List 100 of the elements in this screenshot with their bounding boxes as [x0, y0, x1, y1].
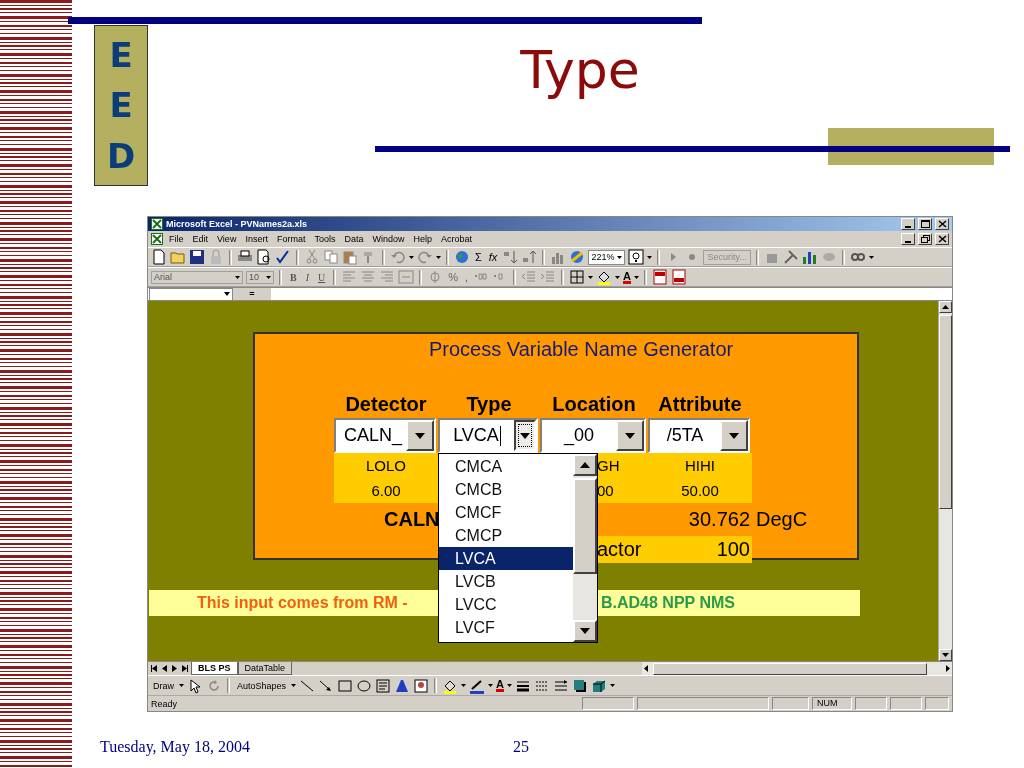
rectangle-icon[interactable]	[337, 677, 354, 694]
function-button[interactable]: fx	[486, 251, 500, 263]
caret-icon[interactable]	[291, 683, 297, 688]
shadow-icon[interactable]	[572, 677, 588, 694]
fill-bucket-icon[interactable]	[596, 269, 613, 285]
underline-button[interactable]: U	[315, 271, 329, 283]
menu-item[interactable]: Acrobat	[438, 234, 475, 244]
menu-item[interactable]: Insert	[242, 234, 271, 244]
combo-box[interactable]: /5TA	[648, 418, 750, 453]
menu-item[interactable]: Help	[410, 234, 435, 244]
first-sheet-icon[interactable]	[150, 664, 159, 673]
menu-item[interactable]: Data	[341, 234, 367, 244]
caret-icon[interactable]	[409, 254, 414, 260]
zoom-field[interactable]: 221%	[588, 249, 626, 265]
tools-icon[interactable]	[782, 249, 799, 265]
arrow-style-icon[interactable]	[553, 677, 569, 694]
caret-icon[interactable]	[488, 683, 494, 688]
sort-ascending-icon[interactable]	[502, 249, 519, 265]
last-sheet-icon[interactable]	[180, 664, 189, 673]
autoshapes-button[interactable]: AutoShapes	[235, 680, 289, 691]
combo-box[interactable]: _00	[540, 418, 646, 453]
sheet-tab[interactable]: DataTable	[237, 662, 293, 675]
restore-icon[interactable]	[918, 233, 932, 245]
list-scrollbar[interactable]	[573, 454, 597, 642]
sort-descending-icon[interactable]	[521, 249, 538, 265]
menu-item[interactable]: File	[166, 234, 187, 244]
combo-box[interactable]: CALN_	[334, 418, 436, 453]
menu-item[interactable]: Format	[273, 234, 309, 244]
globe-icon[interactable]	[454, 249, 470, 265]
spreadsheet-icon	[151, 233, 163, 245]
caret-icon[interactable]	[235, 274, 240, 280]
combo-box[interactable]: LVCA	[438, 418, 538, 453]
vertical-scrollbar[interactable]	[938, 301, 952, 661]
caret-icon[interactable]	[507, 683, 512, 688]
save-icon[interactable]	[189, 249, 205, 265]
font-field[interactable]: Arial	[151, 270, 243, 284]
menu-item[interactable]: Window	[369, 234, 408, 244]
caret-icon[interactable]	[647, 254, 653, 260]
number-format-button[interactable]: %	[446, 271, 461, 283]
caret-icon[interactable]	[266, 274, 271, 280]
page-number: 25	[513, 738, 529, 756]
caret-icon[interactable]	[610, 683, 615, 688]
horizontal-scrollbar[interactable]	[642, 662, 952, 675]
caret-icon[interactable]	[868, 254, 874, 260]
caret-icon[interactable]	[615, 274, 621, 280]
list-item[interactable]: LVCA	[439, 547, 573, 570]
previous-sheet-icon[interactable]	[160, 664, 169, 673]
list-item[interactable]: LVCB	[439, 570, 573, 593]
caret-icon[interactable]	[617, 254, 623, 260]
caret-icon[interactable]	[436, 254, 441, 260]
chart-edit-icon[interactable]	[801, 249, 818, 265]
scroll-right-icon[interactable]	[943, 664, 952, 673]
close-icon[interactable]	[935, 233, 949, 245]
sum-button[interactable]: Σ	[473, 251, 484, 263]
list-item[interactable]: CMCF	[439, 501, 573, 524]
caret-icon[interactable]	[179, 683, 184, 688]
scroll-down-icon[interactable]	[941, 651, 950, 659]
next-sheet-icon[interactable]	[170, 664, 179, 673]
scroll-down-icon[interactable]	[579, 627, 591, 635]
text-box-icon[interactable]	[375, 677, 392, 694]
formula-button[interactable]: =	[233, 288, 271, 300]
dropdown-list[interactable]: CMCA CMCB CMCF CMCP LVCA LVCB LVCC LVCF	[438, 453, 598, 643]
line-color-icon[interactable]	[469, 677, 486, 694]
scroll-up-icon[interactable]	[941, 303, 950, 311]
minimize-icon[interactable]	[901, 233, 915, 245]
oval-icon[interactable]	[356, 677, 373, 694]
pointer-icon[interactable]	[187, 677, 203, 694]
help-icon[interactable]	[628, 249, 645, 265]
scroll-up-icon[interactable]	[579, 461, 591, 469]
pdf-mail-icon[interactable]	[671, 269, 688, 285]
menu-item[interactable]: Edit	[189, 234, 212, 244]
close-icon[interactable]	[935, 218, 949, 230]
sheet-tab[interactable]: BLS PS	[191, 662, 238, 675]
menu-item[interactable]: Tools	[311, 234, 339, 244]
note-text: B.AD48 NPP NMS	[601, 594, 735, 612]
paste-icon[interactable]	[342, 249, 358, 265]
pdf-icon[interactable]	[652, 269, 669, 285]
caret-icon[interactable]	[634, 274, 640, 280]
caret-icon[interactable]	[588, 274, 594, 280]
print-preview-icon[interactable]	[256, 249, 272, 265]
new-file-icon[interactable]	[151, 249, 167, 265]
maximize-icon[interactable]	[918, 218, 932, 230]
italic-button[interactable]: I	[302, 271, 312, 283]
dropdown-arrow-icon	[728, 431, 740, 440]
dropdown-arrow-icon	[519, 431, 531, 440]
list-item[interactable]: LVCF	[439, 616, 573, 639]
clipart-icon[interactable]	[413, 677, 430, 694]
bold-button[interactable]: B	[287, 271, 300, 283]
draw-button[interactable]: Draw	[151, 680, 176, 691]
minimize-icon[interactable]	[901, 218, 915, 230]
font-color-button[interactable]: A	[623, 270, 632, 284]
number-format-button[interactable]: ,	[463, 271, 471, 283]
list-item[interactable]: LVCC	[439, 593, 573, 616]
menu-item[interactable]: View	[214, 234, 240, 244]
wordart-icon[interactable]	[394, 677, 411, 694]
borders-icon[interactable]	[569, 269, 586, 285]
caret-icon[interactable]	[461, 683, 467, 688]
font-color-button[interactable]: A	[496, 679, 504, 692]
font-size-field[interactable]: 10	[246, 270, 274, 284]
spellcheck-icon[interactable]	[275, 249, 291, 265]
